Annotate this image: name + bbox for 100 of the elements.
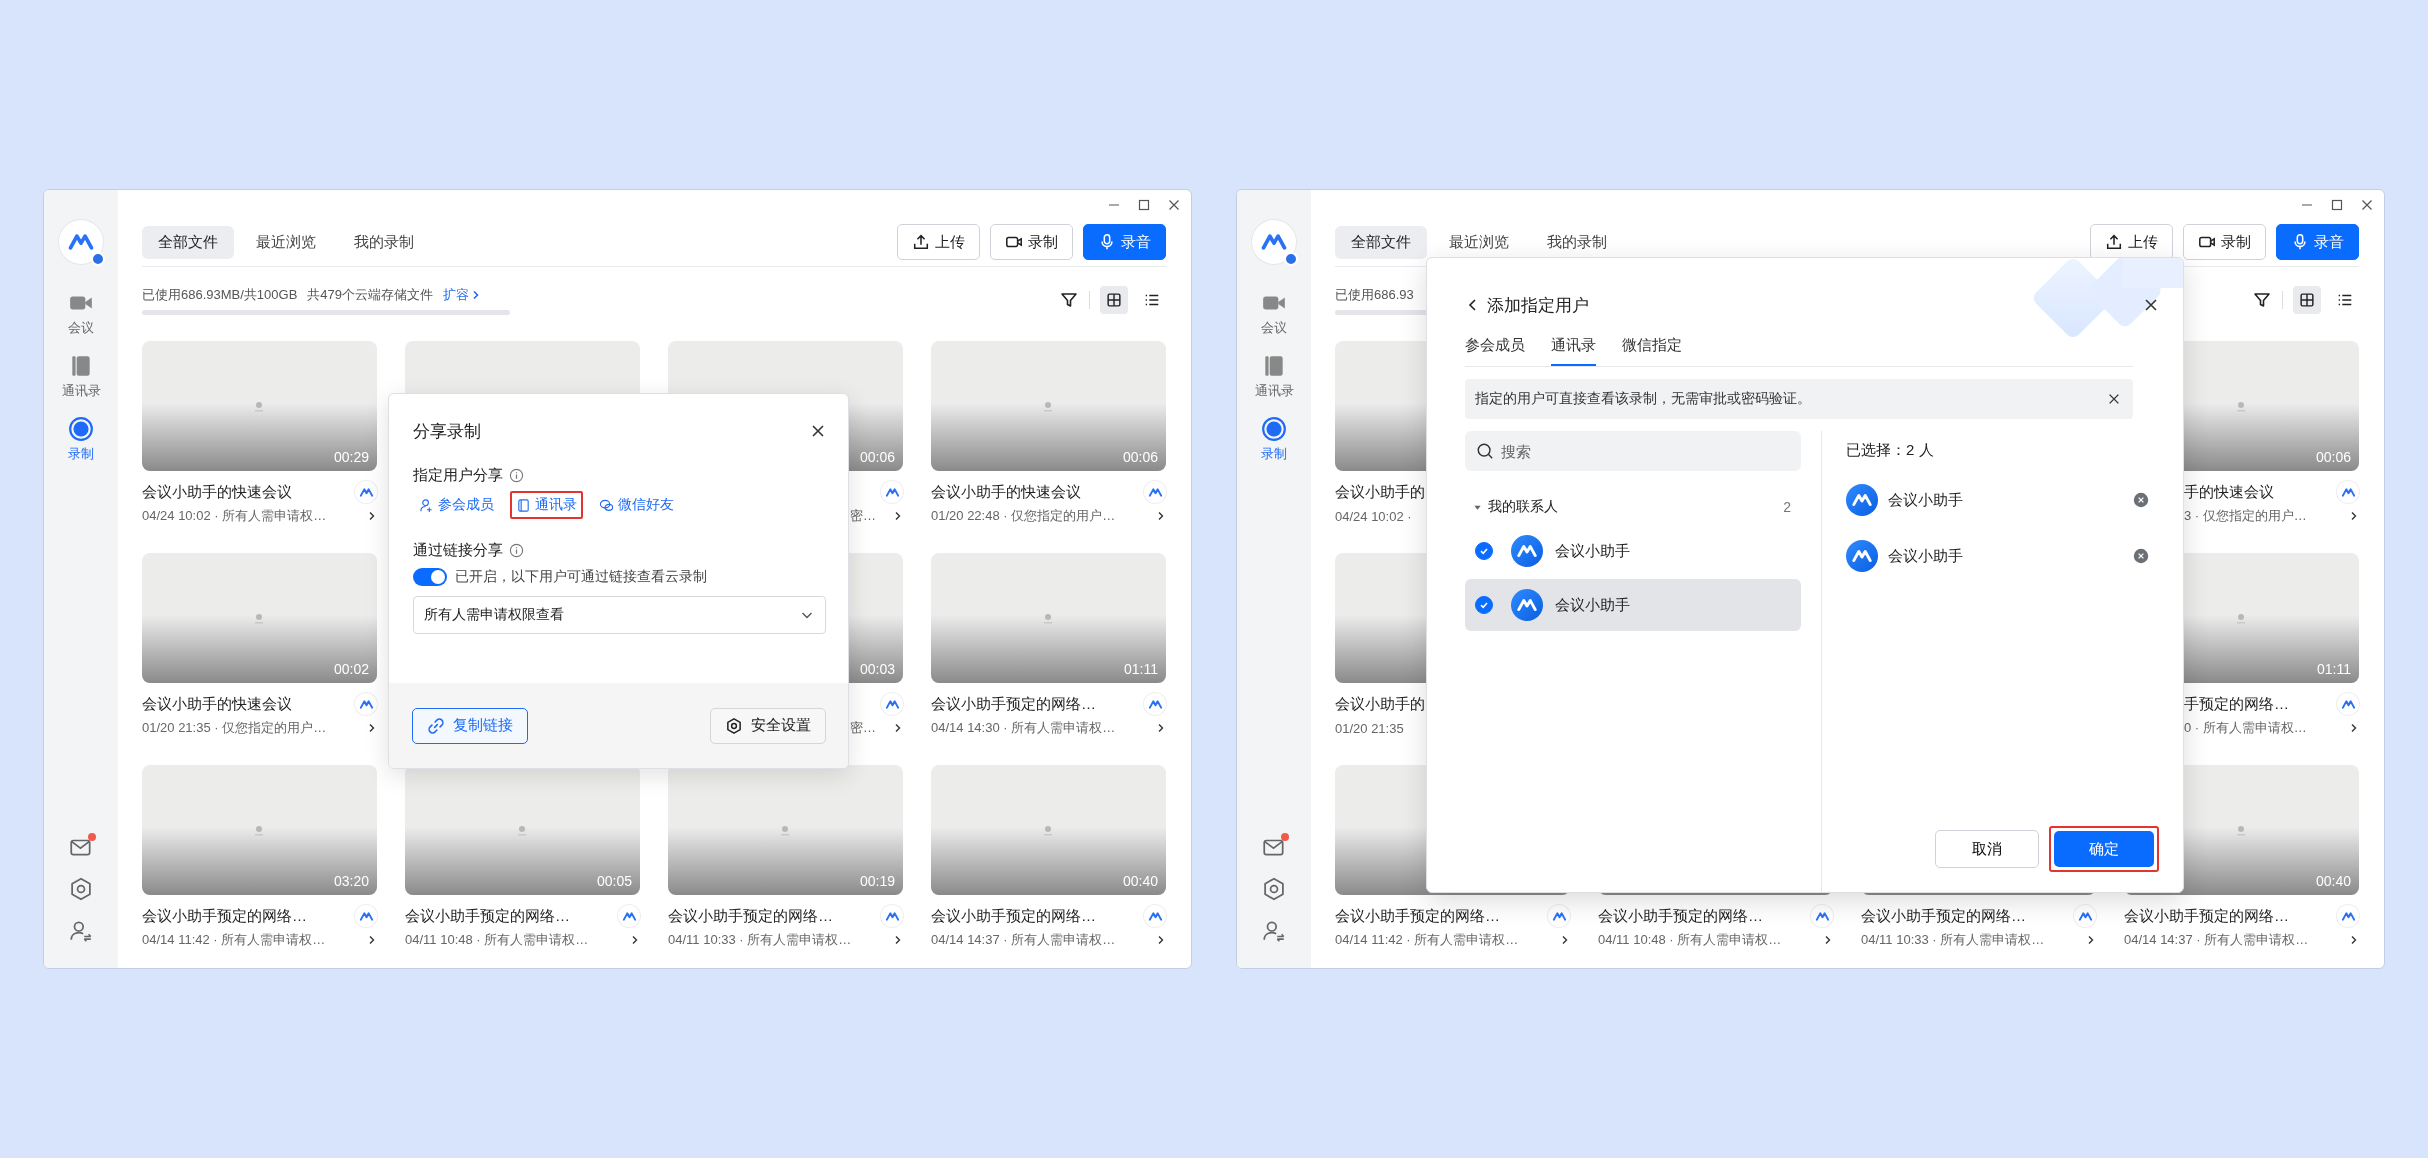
settings-icon[interactable] (1261, 876, 1287, 902)
toolbar-button[interactable]: 录制 (990, 224, 1073, 260)
sidebar-item[interactable]: 通讯录 (1254, 353, 1294, 400)
duration-label: 00:06 (1122, 449, 1158, 465)
sidebar-item[interactable]: 录制 (1261, 416, 1287, 463)
recording-meta: 04/11 10:48 · 所有人需申请权… (1598, 931, 1782, 949)
recording-meta: 0 · 所有人需申请权… (2184, 719, 2307, 737)
chevron-right-icon[interactable] (1156, 935, 1166, 945)
filter-icon[interactable] (2252, 290, 2272, 310)
settings-icon (725, 716, 743, 735)
chevron-right-icon[interactable] (893, 511, 903, 521)
recording-title: 会议小助手的 (1335, 482, 1425, 502)
sidebar-item[interactable]: 通讯录 (61, 353, 101, 400)
app-logo (59, 220, 103, 264)
security-settings-button[interactable]: 安全设置 (710, 707, 826, 744)
selected-count: 已选择：2 人 (1846, 441, 1935, 460)
grid-icon (1105, 291, 1123, 309)
storage-usage: 已使用686.93MB/共100GB (142, 285, 298, 304)
info-icon[interactable] (509, 468, 524, 483)
chevron-right-icon[interactable] (1156, 723, 1166, 733)
settings-icon[interactable] (68, 876, 94, 902)
recording-title: 会议小助手预定的网络… (1861, 906, 2026, 926)
close-icon[interactable] (2143, 297, 2159, 313)
copy-link-button[interactable]: 复制链接 (412, 707, 528, 744)
tab[interactable]: 全部文件 (142, 225, 234, 259)
close-icon[interactable] (810, 423, 826, 439)
remove-icon[interactable] (2133, 548, 2149, 564)
checkbox[interactable] (1475, 542, 1493, 560)
chevron-right-icon[interactable] (2349, 723, 2359, 733)
chevron-right-icon[interactable] (1560, 935, 1570, 945)
recording-title: 会议小助手预定的网络… (142, 906, 307, 926)
microphone-icon (2291, 233, 2309, 251)
cancel-button[interactable]: 取消 (1935, 830, 2039, 868)
tab[interactable]: 我的录制 (338, 225, 430, 259)
share-option[interactable]: 微信好友 (593, 491, 680, 519)
user-switch-icon[interactable] (1261, 918, 1287, 944)
app-logo-badge (2074, 905, 2096, 927)
maximize-icon[interactable] (1136, 197, 1152, 213)
app-logo-badge (1811, 905, 1833, 927)
selected-user-name: 会议小助手 (1888, 546, 1964, 566)
maximize-icon[interactable] (2329, 197, 2345, 213)
tab[interactable]: 参会成员 (1465, 328, 1525, 366)
sidebar-item[interactable]: 会议 (68, 290, 94, 337)
duration-label: 03:20 (333, 873, 369, 889)
recording-title: 会议小助手预定的网络… (2124, 906, 2289, 926)
grid-view-button[interactable] (2293, 286, 2321, 314)
tab[interactable]: 我的录制 (1531, 225, 1623, 259)
tab[interactable]: 最近浏览 (1433, 225, 1525, 259)
chevron-right-icon[interactable] (2349, 935, 2359, 945)
toolbar-button[interactable]: 录音 (1083, 224, 1166, 260)
chevron-right-icon[interactable] (367, 511, 377, 521)
recording-title: 会议小助手预定的网络… (931, 906, 1096, 926)
toggle-switch[interactable] (413, 568, 447, 586)
checkbox[interactable] (1475, 596, 1493, 614)
chevron-right-icon[interactable] (2086, 935, 2096, 945)
toolbar-button[interactable]: 录制 (2183, 224, 2266, 260)
recording-meta: 密… (850, 507, 876, 525)
sidebar-item[interactable]: 会议 (1261, 290, 1287, 337)
tab[interactable]: 通讯录 (1551, 328, 1596, 366)
app-logo-badge (2337, 905, 2359, 927)
share-option[interactable]: 参会成员 (413, 491, 500, 519)
expand-link[interactable]: 扩容 (443, 285, 482, 304)
chevron-right-icon[interactable] (1823, 935, 1833, 945)
remove-icon[interactable] (2133, 492, 2149, 508)
sidebar-item[interactable]: 录制 (68, 416, 94, 463)
chevron-right-icon[interactable] (2349, 511, 2359, 521)
close-icon[interactable] (2107, 392, 2121, 406)
share-option[interactable]: 通讯录 (510, 491, 583, 519)
toolbar-button[interactable]: 上传 (897, 224, 980, 260)
recording-title: 会议小助手预定的网络… (668, 906, 833, 926)
recording-title: 会议小助手预定的网络… (1335, 906, 1500, 926)
toolbar-button[interactable]: 录音 (2276, 224, 2359, 260)
duration-label: 00:29 (333, 449, 369, 465)
recording-meta: 04/14 11:42 · 所有人需申请权… (142, 931, 326, 949)
chevron-right-icon[interactable] (1156, 511, 1166, 521)
chevron-right-icon[interactable] (630, 935, 640, 945)
chevron-right-icon[interactable] (367, 935, 377, 945)
search-field[interactable]: 搜索 (1465, 431, 1801, 471)
permission-dropdown[interactable]: 所有人需申请权限查看 (413, 596, 826, 634)
contact-name: 会议小助手 (1555, 541, 1630, 561)
app-logo-badge (355, 481, 377, 503)
contact-item[interactable]: 会议小助手 (1465, 579, 1801, 631)
tab[interactable]: 微信指定 (1622, 328, 1682, 366)
tab[interactable]: 最近浏览 (240, 225, 332, 259)
recording-title: 会议小助手的 (1335, 694, 1425, 714)
filter-icon[interactable] (1059, 290, 1079, 310)
confirm-button[interactable]: 确定 (2054, 831, 2154, 867)
recording-meta: 04/14 14:37 · 所有人需申请权… (2124, 931, 2309, 949)
info-icon[interactable] (509, 543, 524, 558)
contact-group[interactable]: 我的联系人 2 (1465, 491, 1801, 523)
chevron-right-icon[interactable] (893, 723, 903, 733)
grid-view-button[interactable] (1100, 286, 1128, 314)
app-logo-badge (881, 481, 903, 503)
record-icon (68, 416, 94, 442)
tab[interactable]: 全部文件 (1335, 225, 1427, 259)
toolbar-button[interactable]: 上传 (2090, 224, 2173, 260)
selected-user-name: 会议小助手 (1888, 490, 1964, 510)
chevron-right-icon[interactable] (367, 723, 377, 733)
chevron-right-icon[interactable] (893, 935, 903, 945)
recording-meta: 04/24 10:02 · 所有人需申请权… (142, 507, 327, 525)
